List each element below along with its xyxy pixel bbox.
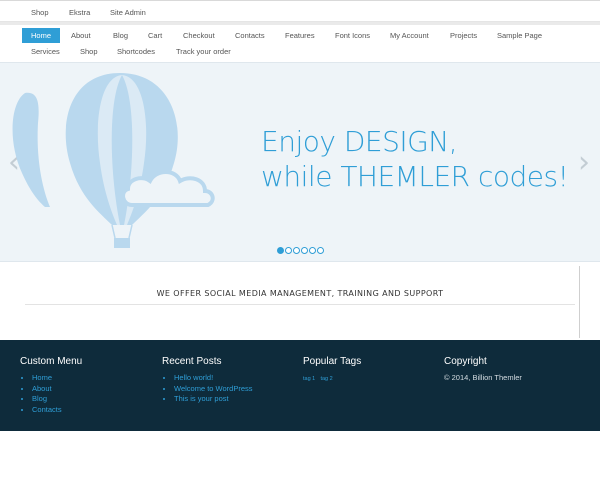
hot-air-balloon-icon [12, 73, 215, 248]
nav-item-features[interactable]: Features [285, 28, 315, 43]
footer-post-welcome[interactable]: Welcome to WordPress [174, 384, 253, 393]
footer-link-about[interactable]: About [32, 384, 52, 393]
nav-item-sample-page[interactable]: Sample Page [497, 28, 542, 43]
footer-popular-tags-title: Popular Tags [303, 356, 362, 367]
slider-dot-6[interactable] [317, 247, 324, 254]
nav-item-services[interactable]: Services [31, 44, 60, 59]
nav-item-checkout[interactable]: Checkout [183, 28, 215, 43]
footer-popular-tags: Popular Tags tag 1 tag 2 [303, 356, 361, 382]
top-menu-ekstra[interactable]: Ekstra [69, 8, 90, 17]
footer-tag-1[interactable]: tag 1 [303, 376, 315, 382]
footer-copyright-title: Copyright [444, 356, 487, 367]
slider-dot-5[interactable] [309, 247, 316, 254]
main-navigation: Home About Blog Cart Checkout Contacts F… [0, 22, 600, 62]
nav-item-cart[interactable]: Cart [148, 28, 162, 43]
footer-copyright: Copyright © 2014, Billion Themler [444, 356, 522, 382]
footer-copyright-text: © 2014, Billion Themler [444, 373, 522, 382]
nav-item-about[interactable]: About [71, 28, 91, 43]
vertical-divider [579, 266, 580, 338]
footer-link-contacts[interactable]: Contacts [32, 405, 62, 414]
tagline-text: WE OFFER SOCIAL MEDIA MANAGEMENT, TRAINI… [156, 289, 444, 298]
footer-tag-2[interactable]: tag 2 [320, 376, 332, 382]
nav-item-shortcodes[interactable]: Shortcodes [117, 44, 155, 59]
footer-post-this-is-your-post[interactable]: This is your post [174, 394, 229, 403]
footer-link-home[interactable]: Home [32, 373, 52, 382]
footer-link-blog[interactable]: Blog [32, 394, 47, 403]
footer-recent-posts-title: Recent Posts [162, 356, 222, 367]
top-menu-site-admin[interactable]: Site Admin [110, 8, 146, 17]
nav-item-shop[interactable]: Shop [80, 44, 98, 59]
tagline-divider [25, 304, 575, 305]
slider-dot-1[interactable] [277, 247, 284, 254]
top-menu-bar: Shop Ekstra Site Admin [0, 0, 600, 22]
slider-dot-3[interactable] [293, 247, 300, 254]
slider-dot-2[interactable] [285, 247, 292, 254]
nav-item-track-your-order[interactable]: Track your order [176, 44, 231, 59]
nav-item-blog[interactable]: Blog [113, 28, 128, 43]
footer-recent-posts: Recent Posts Hello world! Welcome to Wor… [162, 356, 253, 405]
nav-item-home[interactable]: Home [22, 28, 61, 43]
nav-item-font-icons[interactable]: Font Icons [335, 28, 370, 43]
footer-post-hello-world[interactable]: Hello world! [174, 373, 213, 382]
footer-custom-menu: Custom Menu Home About Blog Contacts [20, 356, 82, 415]
nav-item-my-account[interactable]: My Account [390, 28, 429, 43]
slider-next-arrow[interactable]: › [578, 145, 590, 180]
slider-headline-line1: Enjoy DESIGN, [261, 125, 458, 158]
nav-item-contacts[interactable]: Contacts [235, 28, 265, 43]
site-footer: Custom Menu Home About Blog Contacts Rec… [0, 340, 600, 431]
footer-custom-menu-title: Custom Menu [20, 356, 83, 367]
slider-dot-4[interactable] [301, 247, 308, 254]
top-menu-shop[interactable]: Shop [31, 8, 49, 17]
slider-headline-line2: while THEMLER codes! [261, 160, 569, 193]
hero-slider: ‹ Enjoy DESIGN, while THEMLER codes! › [0, 62, 600, 262]
slider-pagination [277, 247, 324, 254]
tagline-section: WE OFFER SOCIAL MEDIA MANAGEMENT, TRAINI… [0, 263, 600, 340]
nav-item-projects[interactable]: Projects [450, 28, 477, 43]
